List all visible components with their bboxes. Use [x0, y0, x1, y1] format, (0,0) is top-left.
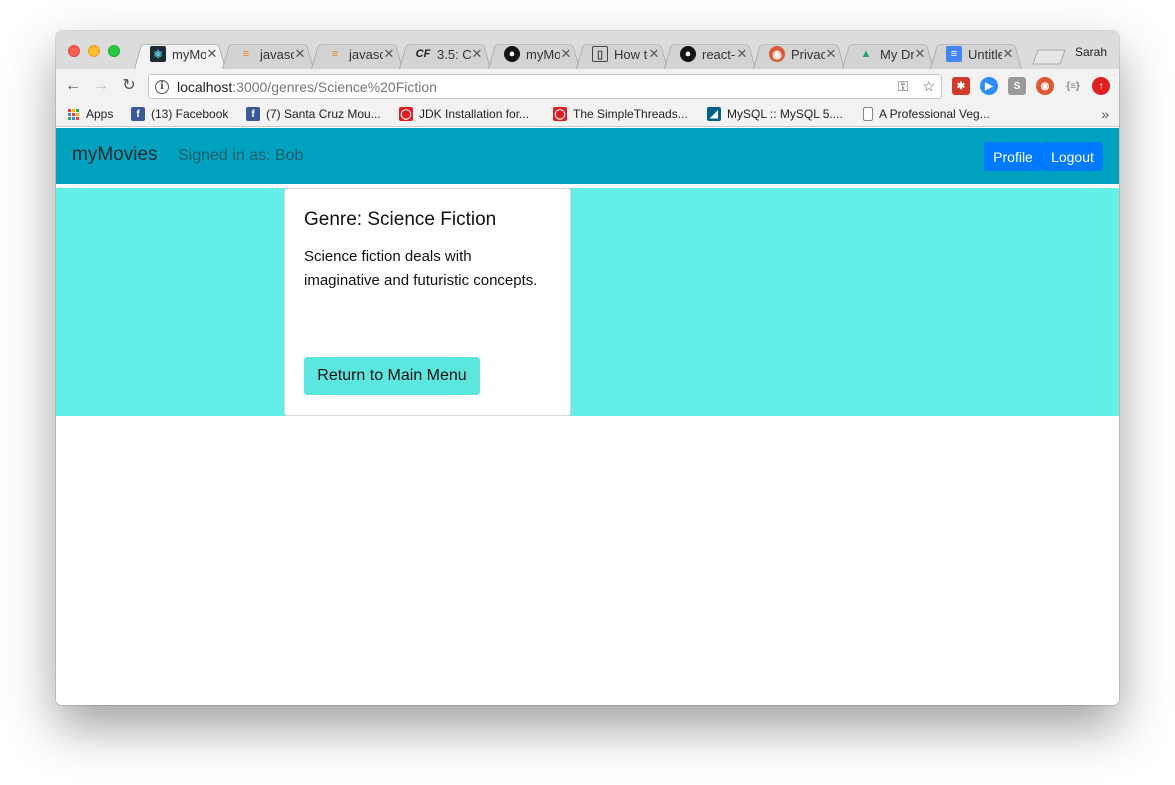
new-tab-button[interactable] — [1032, 49, 1066, 65]
tab-react-router[interactable]: ● react-r ✕ — [664, 39, 756, 69]
page-content: myMovies Signed in as: Bob Profile Logou… — [56, 128, 1119, 705]
bookmark-apps[interactable]: Apps — [68, 107, 113, 121]
tab-how-to[interactable]: ▯ How to ✕ — [576, 39, 668, 69]
oracle-icon: ◯ — [553, 107, 567, 121]
docs-icon: ≡ — [946, 46, 962, 62]
bookmark-simplethreads[interactable]: ◯ The SimpleThreads... — [553, 107, 688, 121]
tab-title: javasc — [349, 46, 383, 62]
brand-logo[interactable]: myMovies — [72, 144, 158, 166]
github-icon: ● — [504, 46, 520, 62]
more-bookmarks-icon[interactable]: » — [1101, 106, 1109, 122]
bookmark-professional-veg[interactable]: A Professional Veg... — [863, 107, 990, 121]
back-arrow-icon[interactable]: ← — [64, 77, 82, 95]
close-window-button[interactable] — [68, 45, 80, 57]
react-icon: ⚛ — [150, 46, 166, 62]
bookmarks-bar: Apps f (13) Facebook f (7) Santa Cruz Mo… — [56, 103, 1119, 127]
oracle-icon: ◯ — [399, 107, 413, 121]
tab-title: My Dr — [880, 46, 914, 62]
tab-javascript-2[interactable]: ≡ javasc ✕ — [311, 39, 403, 69]
zoom-window-button[interactable] — [108, 45, 120, 57]
close-tab-icon[interactable]: ✕ — [1002, 46, 1014, 62]
book-icon: ▯ — [592, 46, 608, 62]
url-host: localhost — [177, 78, 233, 95]
close-tab-icon[interactable]: ✕ — [914, 46, 926, 62]
tab-title: myMo — [172, 46, 206, 62]
close-tab-icon[interactable]: ✕ — [383, 46, 395, 62]
genre-card: Genre: Science Fiction Science fiction d… — [284, 188, 571, 416]
tab-title: How to — [614, 46, 648, 62]
url-text: localhost:3000/genres/Science%20Fiction — [177, 79, 437, 95]
close-tab-icon[interactable]: ✕ — [560, 46, 572, 62]
upload-icon[interactable]: ↑ — [1092, 77, 1110, 95]
tab-title: react-r — [702, 46, 736, 62]
bookmark-label: (13) Facebook — [151, 107, 229, 121]
tab-my-drive[interactable]: ▲ My Dr ✕ — [842, 39, 934, 69]
minimize-window-button[interactable] — [88, 45, 100, 57]
star-icon[interactable]: ☆ — [922, 78, 935, 95]
tab-title: javasc — [260, 46, 294, 62]
hero-banner: Genre: Science Fiction Science fiction d… — [56, 188, 1119, 416]
close-tab-icon[interactable]: ✕ — [736, 46, 748, 62]
tab-privacy[interactable]: ◉ Privac ✕ — [753, 39, 845, 69]
close-tab-icon[interactable]: ✕ — [471, 46, 483, 62]
forward-arrow-icon[interactable]: → — [92, 77, 110, 95]
info-icon[interactable]: i — [155, 79, 169, 94]
bookmark-label: MySQL :: MySQL 5.... — [727, 107, 843, 121]
bookmark-label: JDK Installation for... — [419, 107, 530, 121]
browser-toolbar: ← → ↻ i localhost:3000/genres/Science%20… — [56, 69, 1119, 103]
bookmark-label: (7) Santa Cruz Mou... — [266, 107, 381, 121]
tab-mymovies[interactable]: ⚛ myMo ✕ — [134, 39, 226, 69]
tab-javascript-1[interactable]: ≡ javasc ✕ — [222, 39, 314, 69]
return-to-main-menu-button[interactable]: Return to Main Menu — [304, 357, 480, 395]
duckduckgo-icon[interactable]: ◉ — [1036, 77, 1054, 95]
reload-icon[interactable]: ↻ — [120, 77, 138, 95]
tab-title: Privac — [791, 46, 825, 62]
bookmark-jdk-installation[interactable]: ◯ JDK Installation for... — [399, 107, 529, 121]
bookmark-label: The SimpleThreads... — [573, 107, 688, 121]
address-bar[interactable]: i localhost:3000/genres/Science%20Fictio… — [148, 74, 942, 99]
close-tab-icon[interactable]: ✕ — [825, 46, 837, 62]
bookmark-label: A Professional Veg... — [879, 107, 990, 121]
logout-button[interactable]: Logout — [1042, 142, 1103, 171]
stackoverflow-icon: ≡ — [331, 48, 339, 60]
stackoverflow-icon: ≡ — [242, 48, 250, 60]
duckduckgo-icon: ◉ — [769, 46, 785, 62]
extension-puzzle-icon[interactable]: ✱ — [952, 77, 970, 95]
close-tab-icon[interactable]: ✕ — [294, 46, 306, 62]
url-path: :3000/genres/Science%20Fiction — [232, 78, 437, 95]
mysql-icon: ◢ — [707, 107, 721, 121]
key-icon[interactable]: ⚿ — [898, 78, 909, 95]
page-icon — [863, 107, 873, 121]
bookmark-santa-cruz[interactable]: f (7) Santa Cruz Mou... — [246, 107, 381, 121]
tab-github-mymovies[interactable]: ● myMo ✕ — [488, 39, 580, 69]
json-viewer-icon[interactable]: {≡} — [1064, 77, 1082, 95]
genre-description: Science fiction deals with imaginative a… — [304, 248, 538, 289]
github-icon: ● — [680, 46, 696, 62]
zoom-icon[interactable]: ▶ — [980, 77, 998, 95]
close-tab-icon[interactable]: ✕ — [648, 46, 660, 62]
drive-icon: ▲ — [860, 48, 872, 60]
close-tab-icon[interactable]: ✕ — [206, 46, 218, 62]
signed-in-text: Signed in as: Bob — [178, 147, 304, 164]
facebook-icon: f — [246, 107, 260, 121]
profile-name[interactable]: Sarah — [1075, 45, 1107, 59]
tab-untitled[interactable]: ≡ Untitle ✕ — [930, 39, 1022, 69]
tab-title: Untitle — [968, 46, 1002, 62]
apps-grid-icon — [68, 108, 79, 120]
bookmark-mysql[interactable]: ◢ MySQL :: MySQL 5.... — [707, 107, 843, 121]
genre-title: Genre: Science Fiction — [304, 209, 497, 230]
facebook-icon: f — [131, 107, 145, 121]
tab-title: 3.5: Cr — [437, 46, 471, 62]
profile-button[interactable]: Profile — [984, 142, 1042, 171]
cf-icon: CF — [415, 48, 431, 60]
tab-cf[interactable]: CF 3.5: Cr ✕ — [399, 39, 491, 69]
bookmark-facebook[interactable]: f (13) Facebook — [131, 107, 228, 121]
app-navbar: myMovies Signed in as: Bob Profile Logou… — [56, 128, 1119, 184]
extension-s-icon[interactable]: S — [1008, 77, 1026, 95]
tab-strip: ⚛ myMo ✕ ≡ javasc ✕ ≡ javasc ✕ CF 3.5: C… — [56, 31, 1119, 69]
browser-window: ⚛ myMo ✕ ≡ javasc ✕ ≡ javasc ✕ CF 3.5: C… — [56, 31, 1119, 705]
tab-title: myMo — [526, 46, 560, 62]
bookmark-label: Apps — [86, 107, 114, 121]
